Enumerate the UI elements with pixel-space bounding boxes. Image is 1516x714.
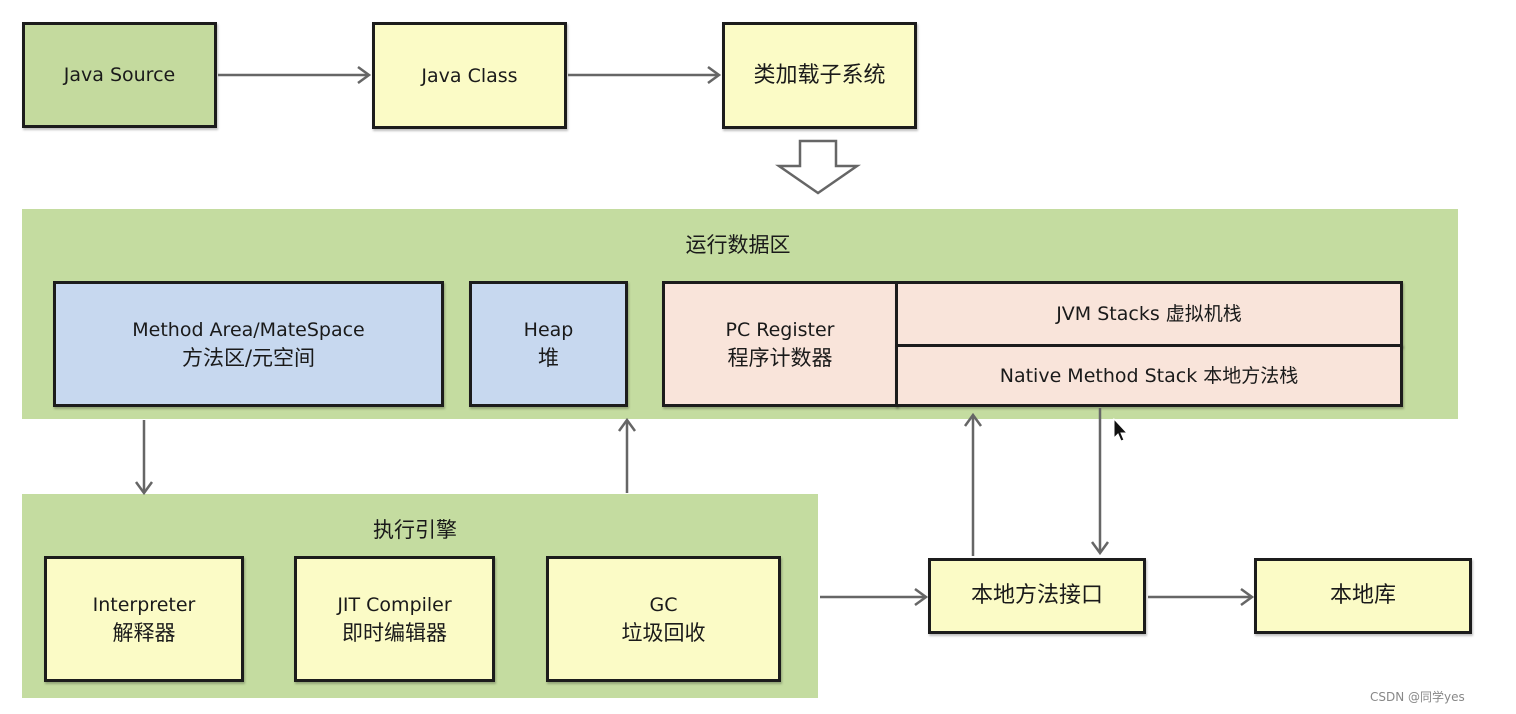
arrow-method-to-engine [134, 420, 154, 496]
arrow-interface-to-stack [963, 412, 983, 556]
watermark: CSDN @同学yes [1370, 690, 1465, 704]
arrow-engine-to-native-interface [820, 587, 929, 607]
arrow-stack-to-interface [1090, 408, 1110, 556]
arrow-interface-to-library [1148, 587, 1255, 607]
hollow-down-arrow-icon [774, 139, 862, 195]
mouse-cursor-icon [1113, 417, 1129, 442]
arrow-class-to-loader [568, 65, 722, 85]
arrow-source-to-class [218, 65, 372, 85]
arrows-layer [134, 65, 1255, 607]
arrow-engine-to-heap [617, 417, 637, 493]
jvm-architecture-diagram: Java Source Java Class 类加载子系统 运行数据区 Meth… [0, 0, 1516, 714]
